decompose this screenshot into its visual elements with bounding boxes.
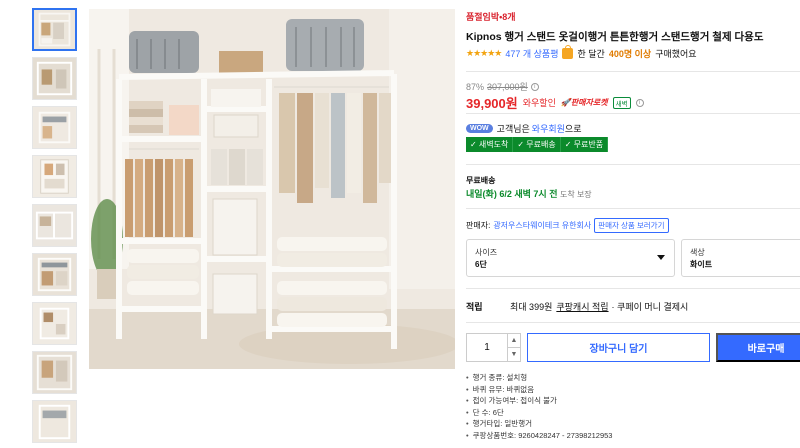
thumbnail-item[interactable] <box>32 8 77 51</box>
option-value: 화이트 <box>690 260 713 269</box>
quantity-input[interactable]: 1 <box>467 334 507 361</box>
option-label: 색상 <box>690 248 705 257</box>
stock-status-tag: 품절임박•8개 <box>466 12 516 22</box>
sale-price: 39,900원 <box>466 96 518 111</box>
thumbnail-item[interactable] <box>32 302 77 345</box>
quantity-stepper[interactable]: 1 ▲ ▼ <box>466 333 521 362</box>
quantity-up-icon[interactable]: ▲ <box>508 334 520 347</box>
benefit-free-return: ✓ 무료반품 <box>560 137 609 152</box>
arrival-row: 내일(화) 6/2 새벽 7시 전 도착 보장 <box>466 187 592 200</box>
wow-member-label: 와우회원 <box>531 124 565 134</box>
thumbnail-item[interactable] <box>32 155 77 198</box>
color-option-select[interactable]: 색상 화이트 <box>681 239 800 277</box>
thumbnail-list <box>32 8 80 448</box>
spec-item: 접이 가능여부: 접이식 불가 <box>466 395 612 407</box>
buyers-prefix: 한 달간 <box>577 49 605 59</box>
divider <box>466 71 800 72</box>
points-label: 적립 <box>466 302 483 312</box>
original-price-row: 87% 307,000원 i <box>466 80 539 93</box>
buy-now-button[interactable]: 바로구매 <box>716 333 800 362</box>
coupang-cash-link[interactable]: 쿠팡캐시 적립 <box>556 300 608 313</box>
wow-badge: WOW <box>466 124 493 133</box>
shopping-bag-icon <box>562 45 574 59</box>
spec-item: 쿠팡상품번호: 9260428247 - 27398212953 <box>466 430 613 442</box>
divider <box>466 288 800 289</box>
option-label: 사이즈 <box>475 248 498 257</box>
arrival-date: 내일(화) 6/2 새벽 7시 전 <box>466 189 558 199</box>
points-row: 적립 최대 399원 쿠팡캐시 적립 · 쿠페이 머니 결제시 <box>466 300 688 313</box>
divider <box>466 113 800 114</box>
review-count-link[interactable]: 477 개 상품평 <box>505 47 558 60</box>
thumbnail-item[interactable] <box>32 57 77 100</box>
thumbnail-item[interactable] <box>32 351 77 394</box>
benefit-free-shipping: ✓ 무료배송 <box>513 137 561 152</box>
rocket-seller-badge: 🚀판매자로켓 <box>560 98 608 107</box>
benefit-badges: ✓ 새벽도착 ✓ 무료배송 ✓ 무료반품 <box>466 137 609 152</box>
size-option-select[interactable]: 사이즈 6단 <box>466 239 675 277</box>
points-suffix: · 쿠페이 머니 결제시 <box>611 302 689 312</box>
wow-member-row: WOW 고객님은 와우회원 으로 <box>466 122 581 135</box>
product-info-panel: 품절임박•8개 Kipnos 행거 스탠드 옷걸이행거 튼튼한행거 스탠드행거 … <box>466 0 800 448</box>
spec-item: 행거 종류: 설치형 <box>466 372 612 384</box>
divider <box>466 208 800 209</box>
add-to-cart-button[interactable]: 장바구니 담기 <box>527 333 710 362</box>
thumbnail-item[interactable] <box>32 400 77 443</box>
dawn-badge: 새벽 <box>612 96 631 109</box>
original-price: 307,000원 <box>487 82 528 92</box>
buyers-count: 400명 이상 <box>608 49 652 59</box>
thumbnail-item[interactable] <box>32 253 77 296</box>
buyers-suffix: 구매했어요 <box>655 49 697 59</box>
seller-row: 판매자: 광저우스타웨이테크 유한회사 판매자 상품 보러가기 <box>466 218 669 233</box>
thumbnail-item[interactable] <box>32 106 77 149</box>
quantity-steps: ▲ ▼ <box>507 334 520 361</box>
seller-products-button[interactable]: 판매자 상품 보러가기 <box>594 218 669 233</box>
rating-row: ★★★★★ 477 개 상품평 한 달간 400명 이상 구매했어요 <box>466 45 697 60</box>
chevron-down-icon <box>657 255 665 260</box>
arrival-guarantee: 도착 보장 <box>560 190 592 199</box>
spec-item: 행거타입: 일반행거 <box>466 418 612 430</box>
info-icon[interactable]: i <box>530 82 539 91</box>
benefit-dawn-delivery: ✓ 새벽도착 <box>466 137 514 152</box>
discount-rate: 87% <box>466 81 485 92</box>
spec-item: 단 수: 6단 <box>466 407 612 419</box>
sale-price-row: 39,900원 와우할인 🚀판매자로켓 새벽 i <box>466 93 644 112</box>
wow-sale-label: 와우할인 <box>522 98 556 108</box>
divider <box>466 164 800 165</box>
rating-stars: ★★★★★ <box>466 48 502 58</box>
product-title: Kipnos 행거 스탠드 옷걸이행거 튼튼한행거 스탠드행거 철제 다용도 <box>466 31 764 43</box>
divider <box>466 322 800 323</box>
points-prefix: 최대 399원 <box>510 302 553 312</box>
spec-item: 바퀴 유무: 바퀴없음 <box>466 384 612 396</box>
product-main-image[interactable] <box>89 9 455 369</box>
wow-text-suffix: 으로 <box>564 124 582 134</box>
shipping-label: 무료배송 <box>466 176 496 185</box>
spec-list: 행거 종류: 설치형 바퀴 유무: 바퀴없음 접이 가능여부: 접이식 불가 단… <box>466 372 613 442</box>
wow-text-prefix: 고객님은 <box>496 124 530 134</box>
thumbnail-item[interactable] <box>32 204 77 247</box>
seller-name-link[interactable]: 광저우스타웨이테크 유한회사 <box>493 220 591 231</box>
seller-label: 판매자: <box>466 221 491 230</box>
info-icon[interactable]: i <box>635 98 644 107</box>
option-value: 6단 <box>475 260 487 269</box>
quantity-down-icon[interactable]: ▼ <box>508 347 520 361</box>
